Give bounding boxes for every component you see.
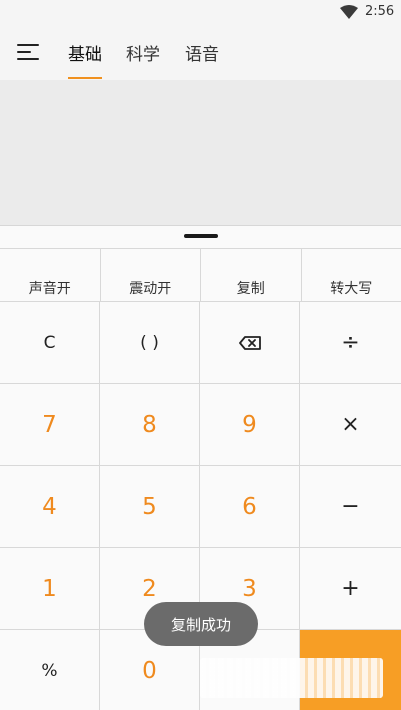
- top-bar: 基础 科学 语音: [0, 25, 401, 80]
- clear-button[interactable]: C: [0, 302, 100, 384]
- status-time: 2:56: [365, 4, 395, 19]
- digit-4-button[interactable]: 4: [0, 466, 100, 548]
- digit-5-button[interactable]: 5: [100, 466, 200, 548]
- drag-handle[interactable]: [184, 234, 218, 238]
- digit-1-button[interactable]: 1: [0, 548, 100, 630]
- backspace-icon: [238, 335, 261, 350]
- backspace-button[interactable]: [200, 302, 300, 384]
- digit-6-button[interactable]: 6: [200, 466, 300, 548]
- multiply-button[interactable]: ×: [300, 384, 401, 466]
- digit-9-button[interactable]: 9: [200, 384, 300, 466]
- toast-message: 复制成功: [144, 602, 258, 646]
- active-tab-indicator: [68, 77, 102, 79]
- parentheses-button[interactable]: ( ): [100, 302, 200, 384]
- minus-button[interactable]: −: [300, 466, 401, 548]
- key-grid: C ( ) ÷ 7 8 9 × 4 5 6 − 1 2 3 + % 0: [0, 301, 401, 710]
- menu-icon[interactable]: [17, 43, 41, 63]
- digit-8-button[interactable]: 8: [100, 384, 200, 466]
- tab-basic[interactable]: 基础: [68, 40, 102, 65]
- watermark: [200, 658, 383, 698]
- calculator-display: [0, 80, 401, 226]
- status-bar: 2:56: [0, 0, 401, 25]
- tab-scientific[interactable]: 科学: [126, 40, 160, 65]
- digit-7-button[interactable]: 7: [0, 384, 100, 466]
- wifi-icon: [340, 5, 358, 19]
- tab-voice[interactable]: 语音: [185, 40, 219, 65]
- divide-button[interactable]: ÷: [300, 302, 401, 384]
- plus-button[interactable]: +: [300, 548, 401, 630]
- percent-button[interactable]: %: [0, 630, 100, 710]
